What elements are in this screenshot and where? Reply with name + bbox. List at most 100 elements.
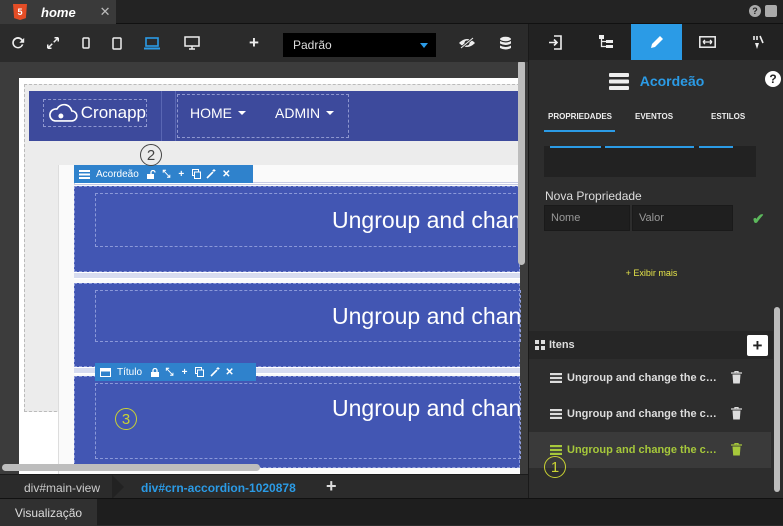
caret-down-icon xyxy=(326,111,335,115)
add-icon[interactable]: + xyxy=(245,33,263,52)
lock-icon[interactable] xyxy=(147,363,162,381)
accordion-title-2: Ungroup and change the content xyxy=(332,302,522,329)
tab-resize-icon[interactable] xyxy=(682,24,733,60)
layout-toggle-icon[interactable] xyxy=(765,5,777,17)
accordion-heading-3[interactable]: Ungroup and change the content xyxy=(95,383,522,459)
property-bar xyxy=(605,146,694,148)
subtab-events[interactable]: EVENTOS xyxy=(635,112,673,121)
list-item[interactable]: Ungroup and change the co... xyxy=(529,396,771,432)
accordion-control-label: Acordeão xyxy=(96,168,139,180)
expand-icon[interactable]: ⤡ xyxy=(159,165,174,183)
delete-icon[interactable]: ✕ xyxy=(219,165,234,183)
delete-icon[interactable]: ✕ xyxy=(222,363,237,381)
tab-style-icon[interactable] xyxy=(733,24,783,60)
eye-hidden-icon[interactable] xyxy=(458,34,476,52)
accordion-panel-1[interactable]: Ungroup and change the content xyxy=(74,186,522,272)
design-canvas[interactable]: Cronapp HOME ADMIN Ungroup and change th… xyxy=(0,62,528,474)
property-value-input[interactable]: Valor xyxy=(632,205,733,231)
breadcrumb-item[interactable]: div#main-view xyxy=(24,481,100,495)
nav-item-admin[interactable]: ADMIN xyxy=(275,105,335,121)
accordion-icon xyxy=(608,72,629,90)
breadcrumb-item-active[interactable]: div#crn-accordion-1020878 xyxy=(141,481,296,495)
property-bar xyxy=(550,146,601,148)
navbar-divider xyxy=(175,91,176,141)
title-icon xyxy=(98,363,113,381)
magic-wand-icon[interactable] xyxy=(207,363,222,381)
bottom-panel-tabs: Visualização xyxy=(0,498,783,526)
mobile-view-icon[interactable] xyxy=(77,34,95,52)
list-icon xyxy=(550,409,562,419)
subtab-active-indicator xyxy=(544,130,615,132)
caret-down-icon xyxy=(238,111,246,115)
property-name-input[interactable]: Nome xyxy=(544,205,630,231)
tab-visualizacao[interactable]: Visualização xyxy=(0,499,97,526)
canvas-vertical-scrollbar[interactable] xyxy=(518,62,525,265)
help-icon[interactable]: ? xyxy=(765,71,781,87)
subtab-properties[interactable]: PROPRIEDADES xyxy=(548,112,612,121)
list-item-label: Ungroup and change the co... xyxy=(567,444,717,456)
properties-panel: Acordeão ? PROPRIEDADES EVENTOS ESTILOS … xyxy=(528,24,783,498)
copy-icon[interactable] xyxy=(189,165,204,183)
help-icon[interactable]: ? xyxy=(749,5,761,17)
canvas-horizontal-scrollbar[interactable] xyxy=(2,464,260,471)
property-list-box[interactable] xyxy=(544,146,756,177)
navbar[interactable]: Cronapp HOME ADMIN xyxy=(29,91,520,141)
confirm-check-icon[interactable]: ✔ xyxy=(752,210,765,228)
show-more-link[interactable]: + Exibir mais xyxy=(529,268,774,278)
list-item-label: Ungroup and change the co... xyxy=(567,408,717,420)
layout-select-value: Padrão xyxy=(293,38,332,52)
layout-select[interactable]: Padrão xyxy=(283,33,436,57)
add-icon[interactable]: + xyxy=(174,165,189,183)
items-header-label: Itens xyxy=(549,339,575,351)
accordion-title-1: Ungroup and change the content xyxy=(332,206,522,233)
nav-item-home[interactable]: HOME xyxy=(190,105,246,121)
window-controls: ? xyxy=(749,5,777,17)
tab-home[interactable]: 5 home ✕ xyxy=(0,0,116,24)
subtab-styles[interactable]: ESTILOS xyxy=(711,112,745,121)
accordion-control-bar: Acordeão ⤡ + ✕ xyxy=(74,165,253,183)
component-title: Acordeão xyxy=(529,68,783,94)
desktop-view-icon[interactable] xyxy=(183,34,201,52)
accordion-panel-2[interactable]: Ungroup and change the content xyxy=(74,283,522,367)
copy-icon[interactable] xyxy=(192,363,207,381)
add-item-button[interactable]: + xyxy=(747,335,768,356)
accordion-heading-1[interactable]: Ungroup and change the content xyxy=(95,193,522,247)
html5-icon: 5 xyxy=(13,4,27,20)
trash-icon xyxy=(731,443,742,456)
accordion-separator xyxy=(74,272,520,279)
list-item[interactable]: Ungroup and change the co... xyxy=(529,360,771,396)
magic-wand-icon[interactable] xyxy=(204,165,219,183)
database-icon[interactable] xyxy=(496,34,514,52)
brand-logo[interactable]: Cronapp xyxy=(43,99,147,127)
brand-name: Cronapp xyxy=(80,103,146,122)
laptop-view-icon[interactable] xyxy=(143,34,161,52)
tab-tree-icon[interactable] xyxy=(580,24,631,60)
tab-entry-icon[interactable] xyxy=(529,24,580,60)
editor-toolbar: + Padrão xyxy=(0,24,528,62)
panel-tabs xyxy=(529,24,783,60)
tab-edit-icon[interactable] xyxy=(631,24,682,60)
panel-scrollbar[interactable] xyxy=(774,307,780,492)
callout-3: 3 xyxy=(115,408,137,430)
new-property-label: Nova Propriedade xyxy=(545,189,642,203)
item-control-bar: Título ⤡ + ✕ xyxy=(95,363,256,381)
close-tab-icon[interactable]: ✕ xyxy=(100,4,111,20)
chevron-down-icon xyxy=(420,43,428,48)
accordion-panel-3[interactable]: Ungroup and change the content xyxy=(74,376,522,468)
refresh-icon[interactable] xyxy=(9,34,27,52)
property-bar xyxy=(699,146,733,148)
accordion-title-3: Ungroup and change the content xyxy=(332,394,522,421)
trash-icon xyxy=(731,407,742,420)
add-breadcrumb-icon[interactable]: + xyxy=(326,476,337,497)
tablet-view-icon[interactable] xyxy=(108,34,126,52)
expand-icon[interactable]: ⤡ xyxy=(162,363,177,381)
file-tab-bar: 5 home ✕ ? xyxy=(0,0,783,24)
add-icon[interactable]: + xyxy=(177,363,192,381)
callout-2: 2 xyxy=(140,144,162,166)
trash-icon xyxy=(731,371,742,384)
nav-item-home-label: HOME xyxy=(190,105,232,121)
accordion-heading-2[interactable]: Ungroup and change the content xyxy=(95,290,522,342)
unlock-icon[interactable] xyxy=(144,165,159,183)
grid-icon xyxy=(535,340,545,350)
fullscreen-icon[interactable] xyxy=(44,34,62,52)
